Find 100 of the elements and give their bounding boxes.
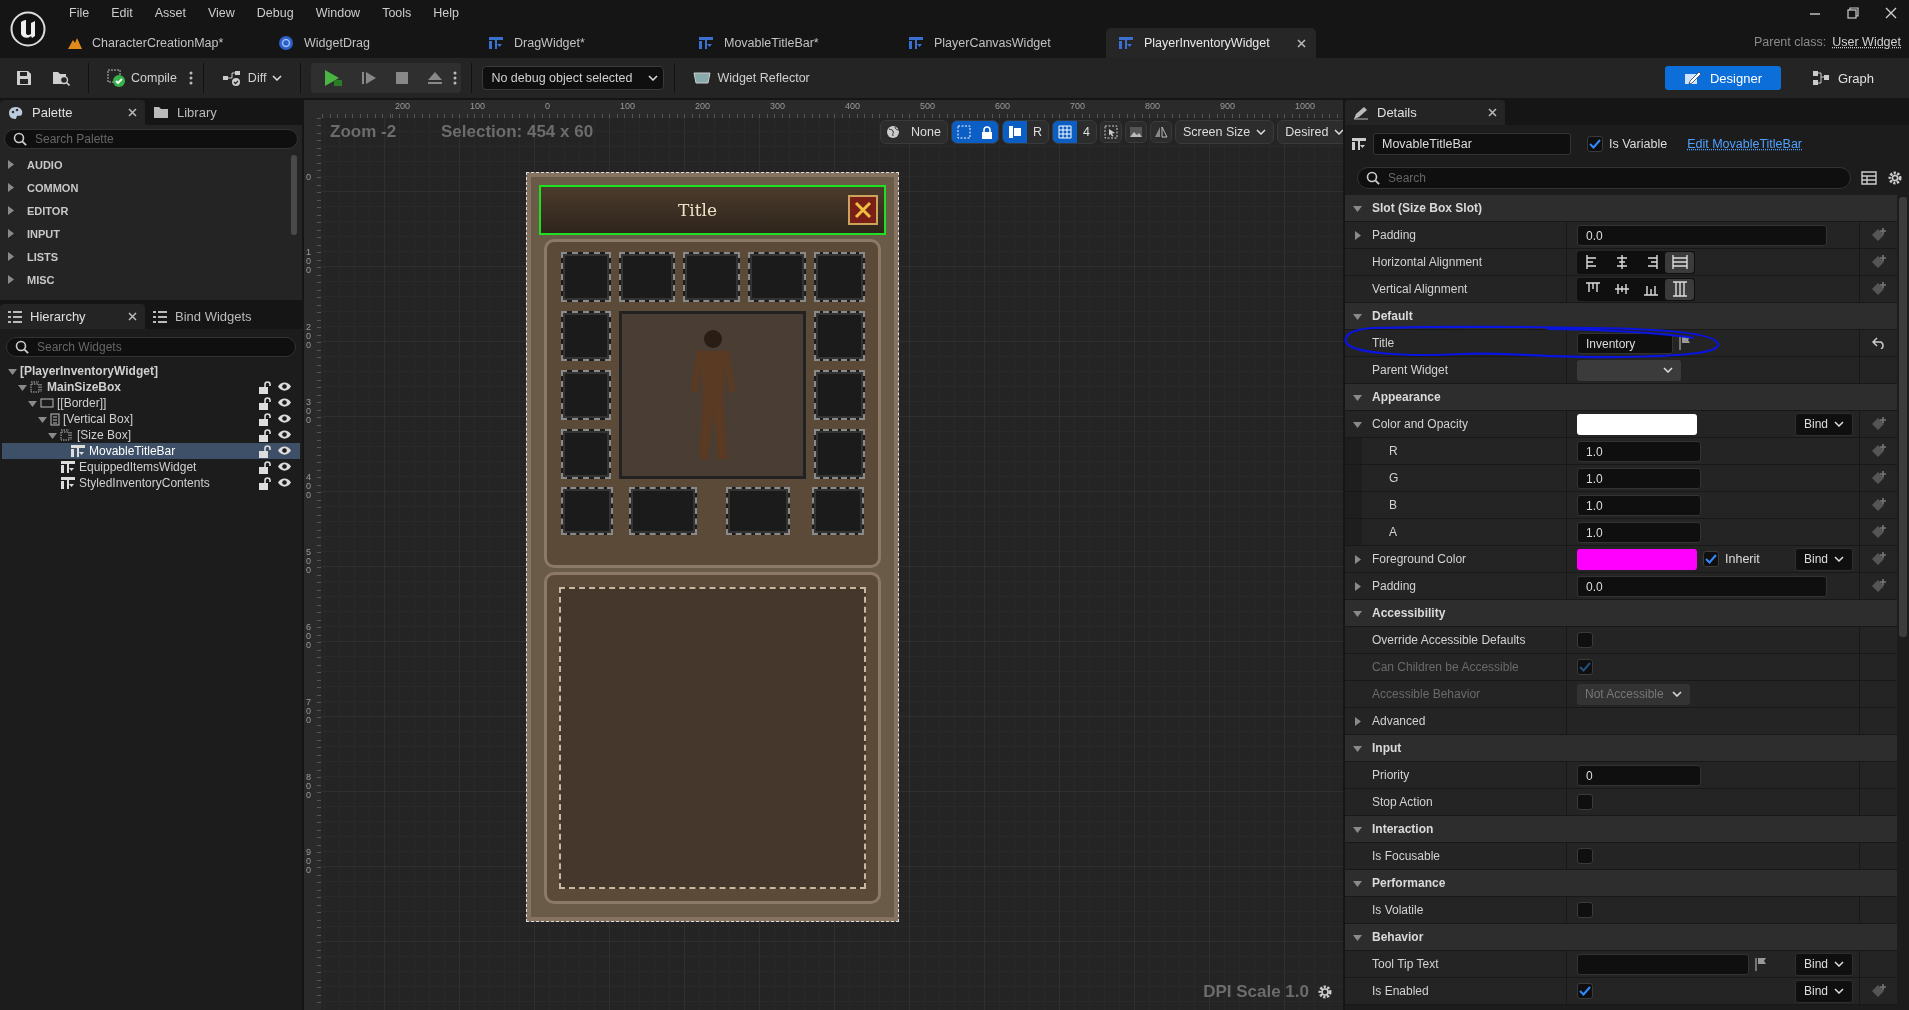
eye-icon[interactable]: [277, 460, 292, 472]
expanded-arrow-icon[interactable]: [1353, 419, 1362, 429]
section-header[interactable]: Behavior: [1345, 924, 1897, 951]
more-options-icon[interactable]: [188, 70, 193, 86]
menu-item[interactable]: Debug: [245, 6, 305, 20]
eye-icon[interactable]: [277, 444, 292, 456]
collapsed-arrow-icon[interactable]: [6, 229, 15, 238]
lock-icon[interactable]: [258, 444, 271, 458]
table-view-icon[interactable]: [1861, 171, 1877, 185]
menu-item[interactable]: Tools: [371, 6, 423, 20]
lock-icon[interactable]: [258, 460, 271, 474]
document-tab[interactable]: PlayerInventoryWidget: [1106, 28, 1316, 58]
document-tab[interactable]: CharacterCreationMap*: [56, 28, 266, 58]
eye-icon[interactable]: [277, 412, 292, 424]
checkbox[interactable]: [1577, 902, 1593, 918]
toggle-button[interactable]: [975, 121, 998, 143]
mode-button[interactable]: Designer: [1665, 66, 1781, 90]
expanded-arrow-icon[interactable]: [1353, 203, 1362, 213]
checkbox[interactable]: [1577, 632, 1593, 648]
value-field[interactable]: 0.0: [1577, 224, 1827, 246]
add-keyframe-icon[interactable]: [1870, 470, 1887, 486]
palette-category[interactable]: EDITOR: [0, 199, 291, 222]
checkbox[interactable]: [1587, 136, 1603, 152]
document-tab[interactable]: MovableTitleBar*: [686, 28, 896, 58]
fill-mode-dropdown[interactable]: Desired: [1277, 120, 1343, 144]
alignment-option[interactable]: [1665, 278, 1694, 300]
value-field[interactable]: 1.0: [1577, 521, 1701, 543]
expanded-arrow-icon[interactable]: [1353, 311, 1362, 321]
add-keyframe-icon[interactable]: [1870, 551, 1887, 567]
close-icon[interactable]: [1885, 7, 1897, 19]
collapsed-arrow-icon[interactable]: [6, 206, 15, 215]
eye-icon[interactable]: [277, 380, 292, 392]
menu-item[interactable]: Asset: [143, 6, 197, 20]
lock-icon[interactable]: [258, 428, 271, 442]
checkbox[interactable]: [1577, 794, 1593, 810]
document-tab[interactable]: WidgetDrag: [266, 28, 476, 58]
bind-dropdown[interactable]: Bind: [1794, 547, 1853, 571]
eye-icon[interactable]: [277, 396, 292, 408]
toggle-button[interactable]: [951, 121, 976, 143]
more-options-icon[interactable]: [453, 70, 458, 86]
parent-class-link[interactable]: User Widget: [1832, 35, 1901, 49]
edit-widget-link[interactable]: Edit MovableTitleBar: [1687, 137, 1802, 151]
collapsed-arrow-icon[interactable]: [1353, 554, 1362, 564]
hierarchy-item[interactable]: MainSizeBox: [2, 379, 300, 395]
expanded-arrow-icon[interactable]: [1353, 608, 1362, 618]
color-swatch[interactable]: [1577, 413, 1697, 435]
debug-object-dropdown[interactable]: No debug object selected: [482, 66, 665, 90]
menu-item[interactable]: Window: [304, 6, 372, 20]
close-icon[interactable]: [128, 108, 137, 117]
background-image-button[interactable]: [1124, 121, 1147, 143]
widget-reflector-button[interactable]: Widget Reflector: [685, 63, 818, 93]
compile-button[interactable]: Compile: [99, 63, 185, 93]
scrollbar-thumb[interactable]: [291, 155, 297, 235]
expanded-arrow-icon[interactable]: [38, 414, 47, 424]
expanded-arrow-icon[interactable]: [48, 430, 57, 440]
menu-item[interactable]: Help: [422, 6, 471, 20]
document-tab[interactable]: DragWidget*: [476, 28, 686, 58]
lock-icon[interactable]: [258, 380, 271, 394]
bind-dropdown[interactable]: Bind: [1794, 412, 1853, 436]
close-icon[interactable]: [128, 312, 137, 321]
section-header[interactable]: Slot (Size Box Slot): [1345, 195, 1897, 222]
screen-size-dropdown[interactable]: Screen Size: [1174, 120, 1275, 144]
expanded-arrow-icon[interactable]: [1353, 743, 1362, 753]
close-icon[interactable]: [1297, 38, 1306, 48]
flip-button[interactable]: [1149, 121, 1172, 143]
settings-icon[interactable]: [1887, 170, 1903, 186]
menu-item[interactable]: Edit: [100, 6, 144, 20]
add-keyframe-icon[interactable]: [1870, 578, 1887, 594]
add-keyframe-icon[interactable]: [1870, 416, 1887, 432]
mode-button[interactable]: Graph: [1785, 66, 1901, 90]
diff-dropdown[interactable]: Diff: [213, 63, 291, 93]
value-field[interactable]: 0.0: [1577, 575, 1827, 597]
localize-flag-icon[interactable]: [1755, 957, 1767, 971]
scrollbar-thumb[interactable]: [1899, 197, 1907, 637]
panel-tab[interactable]: Hierarchy: [0, 304, 145, 329]
collapsed-arrow-icon[interactable]: [1353, 581, 1362, 591]
alignment-option[interactable]: [1665, 251, 1694, 273]
lock-icon[interactable]: [258, 396, 271, 410]
expanded-arrow-icon[interactable]: [1353, 878, 1362, 888]
toggle-button[interactable]: [1002, 121, 1027, 143]
name-field[interactable]: MovableTitleBar: [1373, 133, 1571, 155]
bind-dropdown[interactable]: Bind: [1794, 979, 1853, 1003]
hierarchy-item[interactable]: MovableTitleBar: [2, 443, 300, 459]
panel-tab[interactable]: Library: [145, 100, 290, 125]
expanded-arrow-icon[interactable]: [28, 398, 37, 408]
value-field[interactable]: 0: [1577, 764, 1701, 786]
section-header[interactable]: Default: [1345, 303, 1897, 330]
expanded-arrow-icon[interactable]: [1353, 824, 1362, 834]
text-field[interactable]: [1577, 953, 1749, 975]
add-keyframe-icon[interactable]: [1870, 497, 1887, 513]
eye-icon[interactable]: [277, 476, 292, 488]
collapsed-arrow-icon[interactable]: [1353, 716, 1362, 726]
value-field[interactable]: 1.0: [1577, 494, 1701, 516]
toggle-button[interactable]: [1052, 121, 1077, 143]
expanded-arrow-icon[interactable]: [8, 366, 17, 376]
text-field[interactable]: Inventory: [1577, 332, 1673, 354]
close-icon[interactable]: [1488, 108, 1497, 117]
settings-icon[interactable]: [1317, 984, 1333, 1000]
collapsed-arrow-icon[interactable]: [6, 252, 15, 261]
checkbox[interactable]: [1577, 983, 1593, 999]
